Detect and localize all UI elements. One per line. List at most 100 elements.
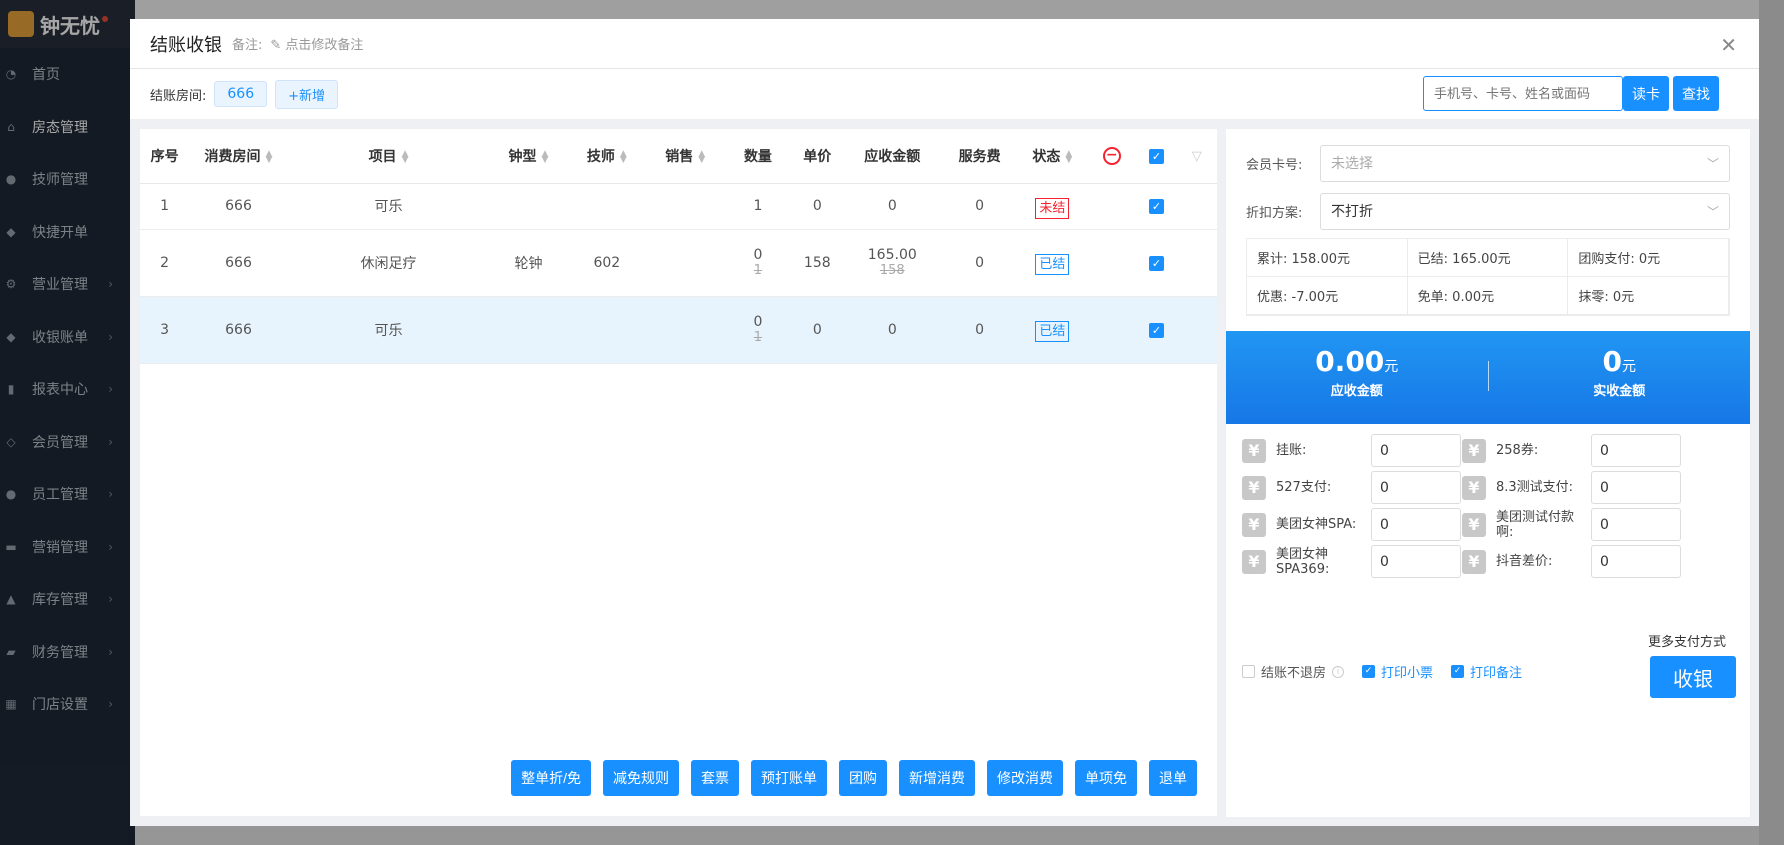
action-button[interactable]: 减免规则	[603, 760, 679, 796]
print-remark-option[interactable]: ✓ 打印备注	[1451, 662, 1522, 681]
sort-icon[interactable]: ▲ ▼	[402, 149, 409, 164]
consumption-table: 序号 消费房间 ▲ ▼ 项目 ▲ ▼ 钟型 ▲ ▼ 技师 ▲ ▼ 销售 ▲ ▼ 数量 单价 应收金额 服务费 状态 ▲ ▼ −…	[140, 129, 1217, 364]
cell-select[interactable]: ✓	[1136, 183, 1177, 230]
cell-tech	[567, 296, 646, 364]
column-header[interactable]: 状态 ▲ ▼	[1017, 129, 1088, 184]
cell-item-value: 可乐	[374, 322, 403, 339]
summary-cell: 抹零: 0元	[1568, 277, 1729, 315]
member-card-row: 会员卡号: 未选择 ﹀	[1246, 139, 1730, 187]
cell-qty: 1	[724, 183, 792, 230]
filter-icon[interactable]: ▽	[1192, 149, 1202, 164]
cell-empty	[1176, 229, 1217, 297]
member-search-input[interactable]	[1423, 76, 1623, 111]
table-body: 1 666 可乐 1 0 0 0 未结 ✓ 2 666 休闲足疗 轮钟 602 0 1 158 165.00 158…	[140, 183, 1217, 364]
cell-price: 158	[791, 229, 844, 297]
column-header-label: 单价	[803, 148, 832, 165]
column-header: 单价	[791, 129, 844, 184]
select-all-column[interactable]: ✓	[1136, 129, 1177, 184]
no-checkout-option[interactable]: 结账不退房 i	[1242, 662, 1345, 681]
action-button[interactable]: 新增消费	[899, 760, 975, 796]
column-header-label: 序号	[150, 148, 179, 165]
discount-value: 不打折	[1331, 204, 1373, 220]
payment-amount-input[interactable]: 0	[1371, 471, 1461, 504]
close-icon[interactable]: ✕	[1720, 33, 1737, 57]
find-button[interactable]: 查找	[1673, 76, 1719, 111]
action-button[interactable]: 团购	[839, 760, 887, 796]
summary-cell: 已结: 165.00元	[1407, 239, 1569, 277]
consumption-panel: 序号 消费房间 ▲ ▼ 项目 ▲ ▼ 钟型 ▲ ▼ 技师 ▲ ▼ 销售 ▲ ▼ 数量 单价 应收金额 服务费 状态 ▲ ▼ −…	[140, 129, 1217, 816]
cell-no-value: 1	[160, 198, 170, 214]
room-chip[interactable]: 666	[214, 81, 268, 107]
payment-amount-input[interactable]: 0	[1371, 508, 1461, 541]
cell-select[interactable]: ✓	[1136, 229, 1177, 297]
summary-cell: 累计: 158.00元	[1247, 239, 1408, 277]
sort-icon[interactable]: ▲ ▼	[266, 149, 273, 164]
row-checkbox[interactable]: ✓	[1148, 199, 1164, 214]
checkout-options: 结账不退房 i ✓ 打印小票 ✓ 打印备注	[1242, 662, 1532, 681]
yen-icon: ¥	[1462, 549, 1486, 574]
print-ticket-option[interactable]: ✓ 打印小票	[1362, 662, 1433, 681]
cell-no-value: 3	[160, 321, 170, 338]
column-header[interactable]: 技师 ▲ ▼	[567, 129, 646, 184]
qty-value: 1	[753, 198, 763, 214]
cell-tech-value: 602	[593, 254, 621, 271]
row-checkbox[interactable]: ✓	[1148, 322, 1164, 338]
column-header[interactable]: 销售 ▲ ▼	[646, 129, 725, 184]
cell-price-value: 0	[812, 321, 822, 338]
cell-type: 轮钟	[489, 229, 568, 297]
more-payment-link[interactable]: 更多支付方式	[1648, 631, 1726, 650]
action-button[interactable]: 退单	[1149, 760, 1197, 796]
checked-checkbox[interactable]: ✓	[1362, 665, 1376, 678]
sort-icon[interactable]: ▲ ▼	[698, 149, 705, 164]
column-header-label: 状态	[1032, 148, 1061, 165]
column-header[interactable]: 项目 ▲ ▼	[287, 129, 490, 184]
action-bar: 整单折/免 减免规则 套票 预打账单 团购 新增消费 修改消费 单项免 退单	[511, 760, 1197, 796]
filter-column[interactable]: ▽	[1176, 129, 1217, 184]
row-checkbox[interactable]: ✓	[1148, 255, 1164, 271]
payment-amount-input[interactable]: 0	[1591, 471, 1681, 504]
table-row[interactable]: 2 666 休闲足疗 轮钟 602 0 1 158 165.00 158 0 已结 ✓	[140, 229, 1217, 297]
member-card-select[interactable]: 未选择 ﹀	[1320, 144, 1730, 182]
column-header: 服务费	[941, 129, 1018, 184]
remove-column[interactable]: −	[1087, 129, 1137, 184]
summary-grid: 累计: 158.00元 已结: 165.00元 团购支付: 0元 优惠: -7.00元…	[1246, 238, 1730, 316]
table-row[interactable]: 1 666 可乐 1 0 0 0 未结 ✓	[140, 183, 1217, 230]
table-row[interactable]: 3 666 可乐 0 1 0 0 0 已结 ✓	[140, 296, 1217, 364]
yen-icon: ¥	[1462, 438, 1486, 463]
checkout-button[interactable]: 收银	[1650, 656, 1736, 698]
discount-select[interactable]: 不打折 ﹀	[1320, 192, 1730, 230]
summary-cell: 免单: 0.00元	[1407, 277, 1569, 315]
cell-qty: 01	[724, 296, 792, 364]
column-header-label: 数量	[743, 148, 772, 165]
add-room-button[interactable]: +新增	[275, 79, 339, 109]
unchecked-checkbox[interactable]	[1242, 665, 1255, 678]
read-card-button[interactable]: 读卡	[1623, 76, 1669, 111]
amount-value: 165.00	[867, 247, 917, 263]
cell-type-value: 轮钟	[514, 255, 543, 272]
column-header-label: 钟型	[508, 148, 537, 165]
sort-icon[interactable]: ▲ ▼	[1065, 149, 1072, 164]
sort-icon[interactable]: ▲ ▼	[542, 149, 549, 164]
receivable-amount: 0.00	[1315, 345, 1385, 378]
action-button[interactable]: 套票	[691, 760, 739, 796]
payment-amount-input[interactable]: 0	[1371, 434, 1461, 467]
action-button[interactable]: 修改消费	[987, 760, 1063, 796]
payment-amount-input[interactable]: 0	[1371, 545, 1461, 578]
payment-amount-input[interactable]: 0	[1591, 434, 1681, 467]
action-button[interactable]: 单项免	[1075, 760, 1137, 796]
payment-method: ¥8.3测试支付: 0	[1462, 471, 1681, 504]
payment-panel: ¥ 挂账: 0 ¥258券: 0 ¥527支付: 0 ¥8.3测试支付: 0 ¥ 美团女神SPA: 0…	[1226, 424, 1750, 817]
action-button[interactable]: 整单折/免	[511, 760, 591, 796]
sort-icon[interactable]: ▲ ▼	[620, 149, 627, 164]
column-header-label: 服务费	[958, 148, 1001, 165]
edit-remark-link[interactable]: ✎ 点击修改备注	[270, 34, 363, 53]
column-header[interactable]: 钟型 ▲ ▼	[489, 129, 568, 184]
cell-select[interactable]: ✓	[1136, 296, 1177, 364]
remove-icon[interactable]: −	[1102, 146, 1121, 165]
payment-amount-input[interactable]: 0	[1591, 545, 1681, 578]
select-all-checkbox[interactable]: ✓	[1148, 148, 1164, 164]
action-button[interactable]: 预打账单	[751, 760, 827, 796]
column-header[interactable]: 消费房间 ▲ ▼	[189, 129, 288, 184]
checked-checkbox[interactable]: ✓	[1451, 665, 1465, 678]
payment-amount-input[interactable]: 0	[1591, 508, 1681, 541]
